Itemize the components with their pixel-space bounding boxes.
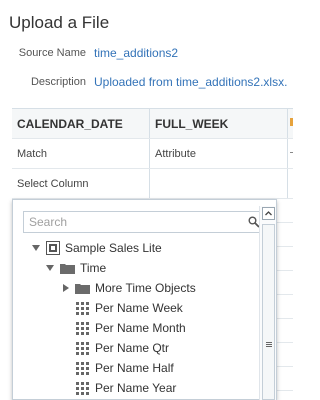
column-icon bbox=[76, 341, 89, 355]
scroll-up-button[interactable] bbox=[262, 207, 275, 220]
folder-icon bbox=[60, 263, 75, 274]
subject-area-icon bbox=[46, 241, 60, 255]
tree-item-time[interactable]: Time bbox=[13, 258, 260, 278]
subject-area-tree: Sample Sales Lite Time More Time Objects… bbox=[13, 238, 260, 398]
collapse-triangle-icon[interactable] bbox=[46, 265, 54, 271]
column-icon bbox=[76, 361, 89, 375]
tree-label-column: Per Name Qtr bbox=[95, 341, 170, 355]
select-column-row: Select Column bbox=[12, 169, 293, 199]
column-header-full-week[interactable]: FULL_WEEK bbox=[150, 109, 288, 138]
select-column-cell-full-week[interactable] bbox=[150, 169, 288, 198]
search-box bbox=[23, 211, 266, 233]
tree-item-column[interactable]: Per Name Qtr bbox=[13, 338, 260, 358]
tree-label-time: Time bbox=[80, 261, 107, 275]
tree-item-column[interactable]: Per Name Half bbox=[13, 358, 260, 378]
match-cell-calendar-date[interactable]: Match bbox=[12, 139, 150, 168]
tree-label-column: Per Name Week bbox=[95, 301, 183, 315]
column-icon bbox=[76, 381, 89, 395]
overflow-dash bbox=[290, 152, 293, 153]
tree-label-more-time-objects: More Time Objects bbox=[95, 281, 196, 295]
tree-item-column[interactable]: Per Name Year bbox=[13, 378, 260, 398]
match-row: Match Attribute bbox=[12, 139, 293, 169]
scroll-thumb[interactable] bbox=[262, 224, 275, 400]
source-name-label: Source Name bbox=[18, 47, 86, 59]
tree-scrollbar[interactable] bbox=[259, 206, 276, 400]
source-name-value[interactable]: time_additions2 bbox=[94, 46, 178, 60]
tree-label-root: Sample Sales Lite bbox=[65, 241, 162, 255]
column-icon bbox=[76, 301, 89, 315]
column-icon bbox=[76, 321, 89, 335]
folder-icon bbox=[75, 283, 90, 294]
collapse-triangle-icon[interactable] bbox=[32, 245, 40, 251]
column-type-marker bbox=[290, 118, 293, 126]
grid-header-row: CALENDAR_DATE FULL_WEEK bbox=[12, 109, 293, 139]
tree-item-column[interactable]: Per Name Month bbox=[13, 318, 260, 338]
tree-label-column: Per Name Month bbox=[95, 321, 186, 335]
match-cell-overflow bbox=[288, 139, 294, 168]
column-header-calendar-date[interactable]: CALENDAR_DATE bbox=[12, 109, 150, 138]
description-label: Description bbox=[30, 76, 86, 88]
tree-label-column: Per Name Year bbox=[95, 381, 177, 395]
expand-triangle-icon[interactable] bbox=[63, 284, 69, 292]
tree-item-column[interactable]: Per Name Week bbox=[13, 298, 260, 318]
tree-label-column: Per Name Half bbox=[95, 361, 174, 375]
dialog-title: Upload a File bbox=[9, 13, 110, 32]
scroll-grip-icon[interactable] bbox=[263, 341, 276, 349]
scroll-up-icon[interactable] bbox=[263, 208, 274, 219]
tree-item-more-time-objects[interactable]: More Time Objects bbox=[13, 278, 260, 298]
tree-item-root[interactable]: Sample Sales Lite bbox=[13, 238, 260, 258]
select-column-cell[interactable]: Select Column bbox=[12, 169, 150, 198]
select-column-cell-overflow bbox=[288, 169, 294, 198]
column-selector-popup: Sample Sales Lite Time More Time Objects… bbox=[12, 199, 277, 400]
description-value[interactable]: Uploaded from time_additions2.xlsx. bbox=[94, 75, 287, 89]
match-cell-full-week[interactable]: Attribute bbox=[150, 139, 288, 168]
search-input[interactable] bbox=[24, 212, 239, 232]
